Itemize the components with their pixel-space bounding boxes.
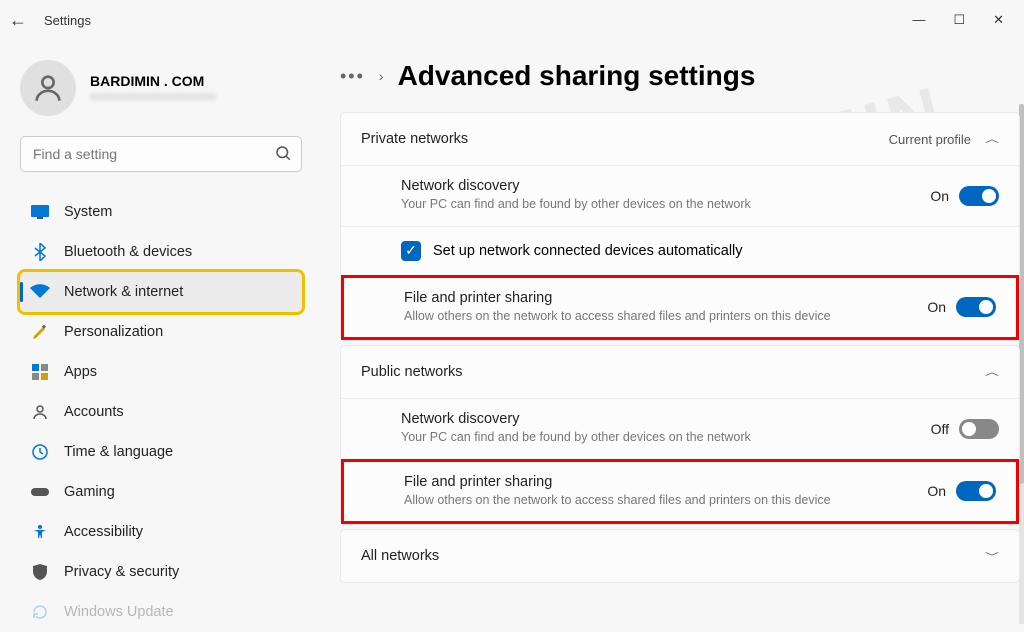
search-icon [274, 144, 292, 167]
main-content: BARDIMIN ••• › Advanced sharing settings… [318, 40, 1024, 626]
toggle-state: On [927, 299, 946, 315]
nav-list: System Bluetooth & devices Network & int… [20, 192, 302, 632]
setting-title: File and printer sharing [404, 290, 847, 306]
row-network-discovery-public: Network discovery Your PC can find and b… [341, 398, 1019, 459]
search-box[interactable] [20, 136, 302, 172]
sidebar-item-apps[interactable]: Apps [20, 352, 302, 392]
section-title: Public networks [361, 364, 463, 380]
setting-title: Network discovery [401, 178, 850, 194]
breadcrumb: ••• › Advanced sharing settings [340, 60, 1020, 92]
sidebar-item-accessibility[interactable]: Accessibility [20, 512, 302, 552]
more-icon[interactable]: ••• [340, 66, 365, 87]
sidebar: BARDIMIN . COM xxxxxxxxxxxxxxxxxxxxx Sys… [0, 40, 318, 626]
toggle-state: On [927, 483, 946, 499]
titlebar: ← Settings — ☐ ✕ [0, 0, 1024, 40]
checkbox-label: Set up network connected devices automat… [433, 243, 743, 259]
search-input[interactable] [20, 136, 302, 172]
apps-icon [30, 362, 50, 382]
toggle-file-sharing-private[interactable] [956, 297, 996, 317]
bluetooth-icon [30, 242, 50, 262]
chevron-up-icon: ︿ [985, 132, 999, 146]
sidebar-item-accounts[interactable]: Accounts [20, 392, 302, 432]
sidebar-item-gaming[interactable]: Gaming [20, 472, 302, 512]
sidebar-item-label: Network & internet [64, 284, 183, 300]
window-title: Settings [44, 13, 91, 28]
sidebar-item-label: Accessibility [64, 524, 143, 540]
maximize-button[interactable]: ☐ [953, 12, 965, 28]
monitor-icon [30, 202, 50, 222]
setting-desc: Your PC can find and be found by other d… [401, 196, 850, 214]
sidebar-item-network[interactable]: Network & internet [20, 272, 302, 312]
setting-desc: Allow others on the network to access sh… [404, 308, 847, 326]
wifi-icon [30, 282, 50, 302]
brush-icon [30, 322, 50, 342]
section-public: Public networks ︿ Network discovery Your… [340, 345, 1020, 525]
profile-email: xxxxxxxxxxxxxxxxxxxxx [90, 89, 216, 103]
chevron-right-icon: › [379, 68, 384, 84]
sidebar-item-time[interactable]: Time & language [20, 432, 302, 472]
toggle-state: Off [931, 421, 949, 437]
setting-desc: Allow others on the network to access sh… [404, 492, 847, 510]
toggle-network-discovery-private[interactable] [959, 186, 999, 206]
sidebar-item-update[interactable]: Windows Update [20, 592, 302, 632]
toggle-state: On [930, 188, 949, 204]
sidebar-item-label: Privacy & security [64, 564, 179, 580]
section-header-all[interactable]: All networks ︿ [341, 530, 1019, 582]
avatar [20, 60, 76, 116]
sidebar-item-label: System [64, 204, 112, 220]
sidebar-item-label: Time & language [64, 444, 173, 460]
gamepad-icon [30, 482, 50, 502]
refresh-icon [30, 602, 50, 622]
back-button[interactable]: ← [8, 10, 28, 31]
sidebar-item-privacy[interactable]: Privacy & security [20, 552, 302, 592]
profile-name: BARDIMIN . COM [90, 73, 216, 89]
section-header-private[interactable]: Private networks Current profile ︿ [341, 113, 1019, 165]
checkbox-auto-setup[interactable]: ✓ [401, 241, 421, 261]
section-header-public[interactable]: Public networks ︿ [341, 346, 1019, 398]
setting-title: Network discovery [401, 411, 851, 427]
shield-icon [30, 562, 50, 582]
sidebar-item-personalization[interactable]: Personalization [20, 312, 302, 352]
accessibility-icon [30, 522, 50, 542]
profile[interactable]: BARDIMIN . COM xxxxxxxxxxxxxxxxxxxxx [20, 60, 302, 116]
sidebar-item-system[interactable]: System [20, 192, 302, 232]
sidebar-item-label: Bluetooth & devices [64, 244, 192, 260]
row-auto-setup: ✓ Set up network connected devices autom… [341, 226, 1019, 275]
sidebar-item-label: Windows Update [64, 604, 174, 620]
setting-title: File and printer sharing [404, 474, 847, 490]
row-file-sharing-private: File and printer sharing Allow others on… [341, 275, 1019, 341]
sidebar-item-label: Apps [64, 364, 97, 380]
chevron-up-icon: ︿ [985, 365, 999, 379]
section-all: All networks ︿ [340, 529, 1020, 583]
clock-icon [30, 442, 50, 462]
section-title: All networks [361, 548, 439, 564]
current-profile-badge: Current profile [889, 132, 971, 147]
setting-desc: Your PC can find and be found by other d… [401, 429, 851, 447]
chevron-down-icon: ︿ [985, 549, 999, 563]
toggle-file-sharing-public[interactable] [956, 481, 996, 501]
sidebar-item-label: Accounts [64, 404, 124, 420]
section-title: Private networks [361, 131, 468, 147]
row-file-sharing-public: File and printer sharing Allow others on… [341, 459, 1019, 525]
page-title: Advanced sharing settings [398, 60, 756, 92]
sidebar-item-label: Gaming [64, 484, 115, 500]
section-private: Private networks Current profile ︿ Netwo… [340, 112, 1020, 341]
person-icon [30, 402, 50, 422]
close-button[interactable]: ✕ [993, 12, 1004, 28]
minimize-button[interactable]: — [912, 12, 925, 28]
toggle-network-discovery-public[interactable] [959, 419, 999, 439]
row-network-discovery-private: Network discovery Your PC can find and b… [341, 165, 1019, 226]
sidebar-item-label: Personalization [64, 324, 163, 340]
sidebar-item-bluetooth[interactable]: Bluetooth & devices [20, 232, 302, 272]
